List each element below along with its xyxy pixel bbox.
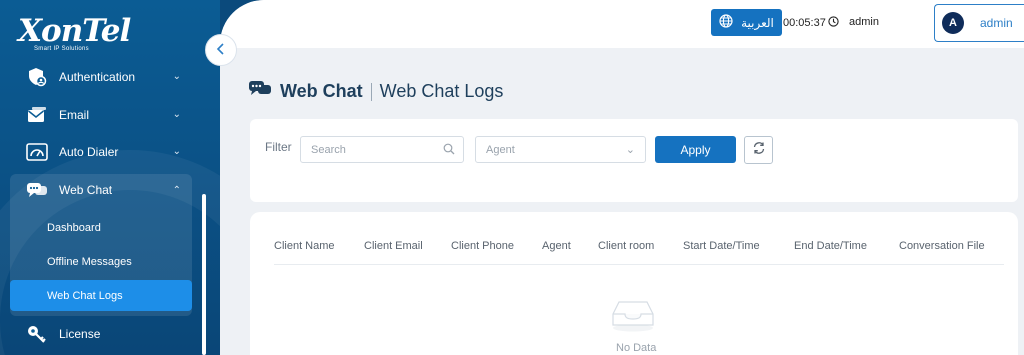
sidebar-item-label: License <box>59 327 101 341</box>
chat-bubbles-icon <box>248 79 272 104</box>
clock-time: 00:05:37 <box>783 17 826 29</box>
session-clock: 00:05:37 <box>783 16 839 30</box>
agent-placeholder: Agent <box>486 143 515 156</box>
user-menu[interactable]: A admin <box>934 4 1024 42</box>
globe-icon <box>719 14 733 31</box>
submenu-item-offline-messages[interactable]: Offline Messages <box>47 256 132 268</box>
column-header[interactable]: Agent <box>542 240 571 252</box>
filter-label: Filter <box>265 140 292 154</box>
chevron-down-icon: ⌄ <box>172 146 181 157</box>
user-menu-name: admin <box>980 16 1013 30</box>
chevron-down-icon: ⌄ <box>172 71 181 82</box>
chat-bubbles-icon <box>25 178 49 202</box>
empty-state-text: No Data <box>616 342 657 354</box>
column-header[interactable]: Client Phone <box>451 240 514 252</box>
username-label: admin <box>849 16 879 28</box>
logo-text: XonTel <box>18 13 131 49</box>
search-placeholder: Search <box>311 143 346 156</box>
language-switch-button[interactable]: العربية <box>711 9 782 36</box>
chevron-up-icon: ⌃ <box>172 185 181 196</box>
chevron-left-icon <box>216 42 226 58</box>
sidebar-item-label: Authentication <box>59 70 136 84</box>
chevron-down-icon: ⌄ <box>172 109 181 120</box>
sidebar-item-email[interactable]: Email ⌄ <box>0 97 195 133</box>
avatar: A <box>942 12 964 34</box>
column-header[interactable]: Client room <box>598 240 654 252</box>
sidebar-item-web-chat[interactable]: Web Chat ⌃ <box>0 172 195 208</box>
column-header[interactable]: Conversation File <box>899 240 985 252</box>
search-input[interactable]: Search <box>300 136 464 163</box>
key-icon <box>25 322 49 346</box>
chevron-down-icon: ⌄ <box>625 144 635 156</box>
main-content: العربية 00:05:37 admin A admin Web Chat … <box>220 0 1024 355</box>
title-divider <box>370 82 372 101</box>
clock-icon <box>828 16 839 30</box>
column-header[interactable]: Start Date/Time <box>683 240 760 252</box>
submenu-item-dashboard[interactable]: Dashboard <box>47 222 101 234</box>
sidebar-item-license[interactable]: License <box>0 316 195 352</box>
email-icon <box>25 103 49 127</box>
apply-button[interactable]: Apply <box>655 136 736 163</box>
xontel-logo[interactable]: XonTel Smart IP Solutions <box>18 13 131 53</box>
refresh-button[interactable] <box>744 136 773 164</box>
sidebar-item-label: Web Chat <box>59 183 113 197</box>
header-divider <box>274 264 1004 265</box>
column-header[interactable]: End Date/Time <box>794 240 867 252</box>
top-bar: العربية 00:05:37 admin A admin <box>220 0 1024 48</box>
column-header[interactable]: Client Email <box>364 240 423 252</box>
sidebar-item-authentication[interactable]: Authentication ⌄ <box>0 59 195 95</box>
gauge-icon <box>25 140 49 164</box>
sidebar-scrollbar[interactable] <box>202 194 206 355</box>
submenu-item-web-chat-logs[interactable]: Web Chat Logs <box>47 290 123 302</box>
sidebar-collapse-button[interactable] <box>205 34 237 66</box>
filter-panel: Filter Search Agent ⌄ Apply <box>250 119 1018 202</box>
column-header[interactable]: Client Name <box>274 240 335 252</box>
refresh-icon <box>752 141 766 160</box>
sidebar-item-auto-dialer[interactable]: Auto Dialer ⌄ <box>0 134 195 170</box>
agent-select[interactable]: Agent ⌄ <box>475 136 646 163</box>
sidebar: XonTel Smart IP Solutions Authentication… <box>0 0 220 355</box>
page-header: Web Chat Web Chat Logs <box>248 79 503 104</box>
language-label: العربية <box>741 15 774 30</box>
sidebar-item-label: Auto Dialer <box>59 145 119 159</box>
logs-table: Client Name Client Email Client Phone Ag… <box>250 212 1018 355</box>
empty-inbox-icon <box>610 298 656 337</box>
page-subtitle: Web Chat Logs <box>379 81 504 101</box>
search-icon <box>443 143 455 158</box>
sidebar-item-label: Email <box>59 108 90 122</box>
shield-user-icon <box>25 65 49 89</box>
page-title: Web Chat <box>280 81 363 101</box>
